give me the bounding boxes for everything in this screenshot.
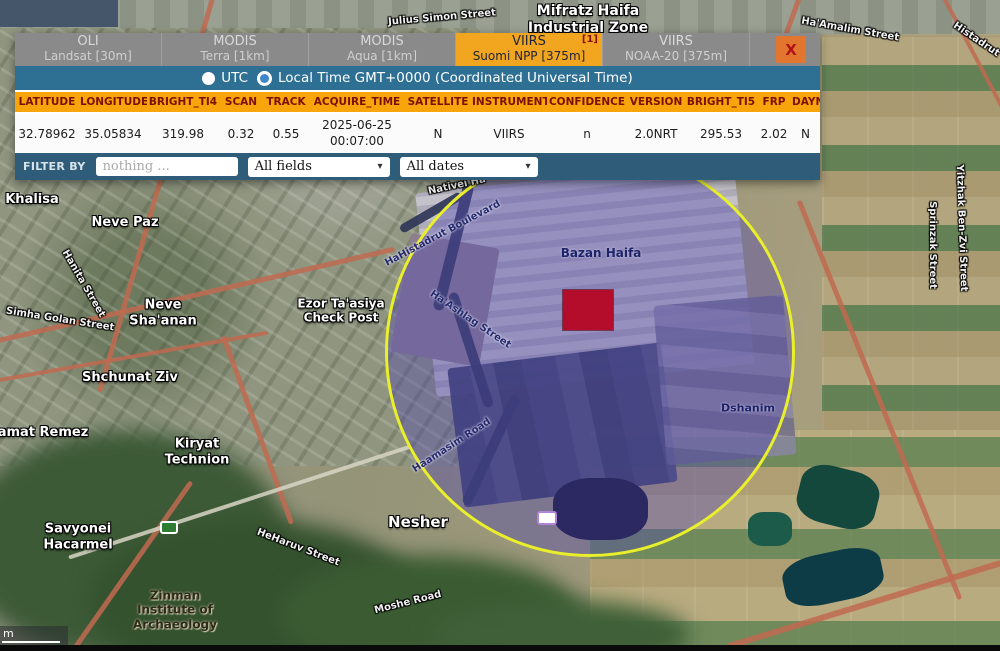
cell-track: 0.55 <box>263 114 309 153</box>
local-time-label: Local Time GMT+0000 (Coordinated Univers… <box>278 70 633 86</box>
tab-label-line2: Landsat [30m] <box>44 50 132 64</box>
fire-data-panel: OLILandsat [30m]MODISTerra [1km]MODISAqu… <box>15 33 820 180</box>
tab-label-line1: VIIRS <box>659 35 693 50</box>
cell-bright_ti4: 319.98 <box>147 114 219 153</box>
cell-scan: 0.32 <box>219 114 263 153</box>
tab-bar-end <box>807 33 820 66</box>
route-shield-icon <box>160 521 178 534</box>
cell-bright_ti5: 295.53 <box>685 114 757 153</box>
scale-line <box>2 641 60 643</box>
cell-confidence: n <box>547 114 627 153</box>
map-pond <box>748 512 792 546</box>
col-track: TRACK <box>263 90 309 114</box>
time-toggle-bar: UTC Local Time GMT+0000 (Coordinated Uni… <box>15 66 820 90</box>
tab-label-line2: Aqua [1km] <box>347 50 417 64</box>
utc-label: UTC <box>221 70 248 86</box>
tab-viirs-suomi-npp[interactable]: VIIRSSuomi NPP [375m] [1] <box>456 33 603 66</box>
col-dayn: DAYN <box>791 90 820 114</box>
tab-count-badge: [1] <box>582 34 598 45</box>
col-confidence: CONFIDENCE <box>547 90 627 114</box>
cell-instrument: VIIRS <box>471 114 547 153</box>
tab-label-line2: Terra [1km] <box>200 50 269 64</box>
fields-select-value: All fields <box>255 159 312 174</box>
map-sea <box>0 0 118 27</box>
local-time-option[interactable]: Local Time GMT+0000 (Coordinated Univers… <box>257 70 633 86</box>
col-bright_ti4: BRIGHT_TI4 <box>147 90 219 114</box>
col-frp: FRP <box>757 90 791 114</box>
chevron-down-icon: ▾ <box>526 162 531 172</box>
tab-label-line1: OLI <box>77 35 98 50</box>
cell-latitude: 32.78962 <box>15 114 79 153</box>
scale-bar: m <box>0 626 68 646</box>
cell-acquire_time: 2025-06-2500:07:00 <box>309 114 405 153</box>
route-shield-icon <box>537 511 557 525</box>
table-header-row: LATITUDELONGITUDEBRIGHT_TI4SCANTRACKACQU… <box>15 90 820 114</box>
fields-select[interactable]: All fields ▾ <box>248 157 390 177</box>
tab-label-line2: Suomi NPP [375m] <box>473 50 586 64</box>
tab-bar-filler <box>750 33 776 66</box>
local-time-radio[interactable] <box>257 71 272 86</box>
cell-satellite: N <box>405 114 471 153</box>
tab-label-line1: VIIRS <box>512 35 546 50</box>
utc-option[interactable]: UTC <box>202 70 248 86</box>
cell-longitude: 35.05834 <box>79 114 147 153</box>
tab-oli-landsat[interactable]: OLILandsat [30m] <box>15 33 162 66</box>
selection-circle <box>385 147 795 557</box>
col-latitude: LATITUDE <box>15 90 79 114</box>
scale-unit: m <box>3 627 14 640</box>
dates-select[interactable]: All dates ▾ <box>400 157 538 177</box>
cell-dayn: N <box>791 114 820 153</box>
utc-radio[interactable] <box>202 72 215 85</box>
tab-modis-aqua[interactable]: MODISAqua [1km] <box>309 33 456 66</box>
col-bright_ti5: BRIGHT_TI5 <box>685 90 757 114</box>
col-instrument: INSTRUMENT <box>471 90 547 114</box>
col-version: VERSION <box>627 90 685 114</box>
col-acquire_time: ACQUIRE_TIME <box>309 90 405 114</box>
filter-bar: FILTER BY All fields ▾ All dates ▾ <box>15 153 820 180</box>
dates-select-value: All dates <box>407 159 465 174</box>
cell-frp: 2.02 <box>757 114 791 153</box>
table-data-row: 32.7896235.05834319.980.320.552025-06-25… <box>15 114 820 153</box>
tab-viirs-noaa-20[interactable]: VIIRSNOAA-20 [375m] <box>603 33 750 66</box>
col-longitude: LONGITUDE <box>79 90 147 114</box>
chevron-down-icon: ▾ <box>378 162 383 172</box>
screen: Julius Simon StreetMifratz Haifa Industr… <box>0 0 1000 651</box>
tab-label-line1: MODIS <box>213 35 257 50</box>
filter-input[interactable] <box>96 157 238 176</box>
close-panel-button[interactable]: X <box>776 36 806 63</box>
tab-label-line1: MODIS <box>360 35 404 50</box>
filter-label: FILTER BY <box>23 160 86 173</box>
attribution-bar <box>0 645 1000 651</box>
col-satellite: SATELLITE <box>405 90 471 114</box>
fire-detection-marker[interactable] <box>563 290 613 330</box>
cell-version: 2.0NRT <box>627 114 685 153</box>
col-scan: SCAN <box>219 90 263 114</box>
tab-modis-terra[interactable]: MODISTerra [1km] <box>162 33 309 66</box>
satellite-tab-bar: OLILandsat [30m]MODISTerra [1km]MODISAqu… <box>15 33 820 66</box>
tab-label-line2: NOAA-20 [375m] <box>625 50 727 64</box>
